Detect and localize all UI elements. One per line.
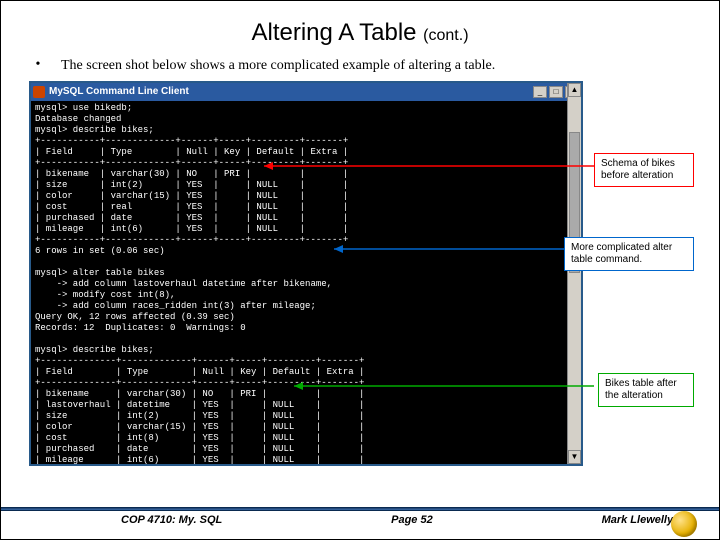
bullet-marker: • bbox=[29, 57, 47, 73]
callout-after-alteration: Bikes table after the alteration bbox=[598, 373, 694, 407]
scroll-down-arrow-icon[interactable]: ▼ bbox=[568, 450, 581, 464]
slide-title: Altering A Table (cont.) bbox=[29, 19, 691, 47]
vertical-scrollbar[interactable]: ▲ ▼ bbox=[567, 83, 581, 464]
callout-alter-command: More complicated alter table command. bbox=[564, 237, 694, 271]
footer-row: COP 4710: My. SQL Page 52 Mark Llewellyn… bbox=[1, 511, 719, 526]
terminal-output[interactable]: mysql> use bikedb; Database changed mysq… bbox=[31, 101, 581, 464]
window-title: MySQL Command Line Client bbox=[49, 86, 533, 97]
slide: Altering A Table (cont.) • The screen sh… bbox=[1, 1, 719, 539]
title-main: Altering A Table bbox=[251, 19, 423, 46]
ucf-logo-icon bbox=[671, 511, 697, 537]
slide-footer: COP 4710: My. SQL Page 52 Mark Llewellyn… bbox=[1, 507, 719, 539]
scroll-track[interactable] bbox=[568, 97, 581, 450]
bullet-item: • The screen shot below shows a more com… bbox=[29, 57, 691, 75]
scroll-up-arrow-icon[interactable]: ▲ bbox=[568, 83, 581, 97]
minimize-button[interactable]: _ bbox=[533, 86, 547, 98]
window-titlebar[interactable]: MySQL Command Line Client _ □ × bbox=[31, 83, 581, 101]
title-cont: (cont.) bbox=[423, 27, 468, 44]
maximize-button[interactable]: □ bbox=[549, 86, 563, 98]
bullet-text: The screen shot below shows a more compl… bbox=[61, 57, 691, 75]
screenshot-area: MySQL Command Line Client _ □ × mysql> u… bbox=[29, 81, 694, 471]
app-icon bbox=[33, 86, 45, 98]
footer-page: Page 52 bbox=[391, 514, 433, 526]
callout-schema-before: Schema of bikes before alteration bbox=[594, 153, 694, 187]
footer-course: COP 4710: My. SQL bbox=[121, 514, 222, 526]
app-window: MySQL Command Line Client _ □ × mysql> u… bbox=[29, 81, 583, 466]
